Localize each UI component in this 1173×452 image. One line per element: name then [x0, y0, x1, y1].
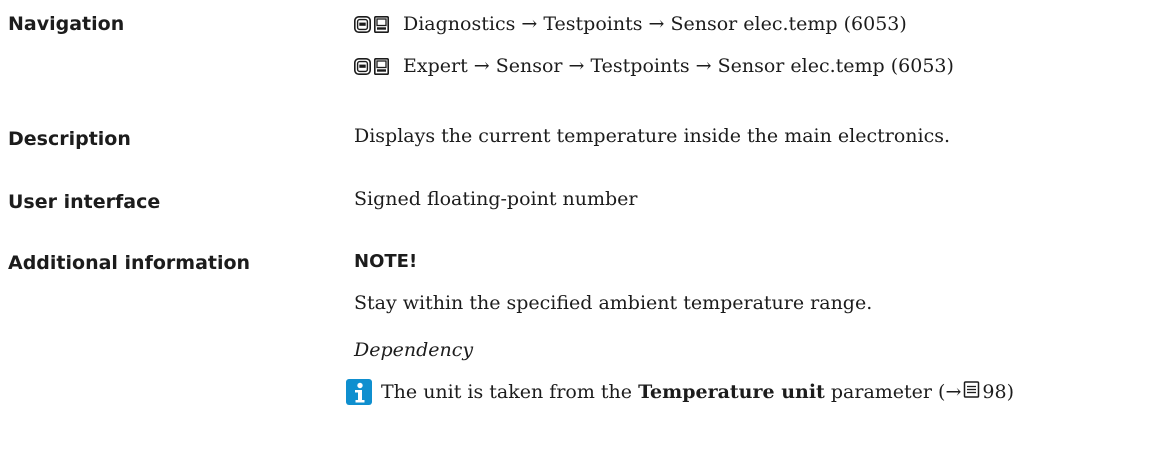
- additional-information-label: Additional information: [8, 252, 251, 274]
- info-parameter: Temperature unit: [638, 381, 825, 403]
- info-icon: [346, 379, 372, 405]
- book-icon: [963, 381, 980, 403]
- info-line: The unit is taken from the Temperature u…: [346, 379, 1014, 405]
- navigation-path-1: Diagnostics → Testpoints → Sensor elec.t…: [354, 10, 954, 38]
- navigation-path-text: Diagnostics → Testpoints → Sensor elec.t…: [403, 13, 907, 35]
- navigation-path-text: Expert → Sensor → Testpoints → Sensor el…: [403, 55, 954, 77]
- info-page-link[interactable]: 98): [982, 381, 1014, 403]
- description-text: Displays the current temperature inside …: [354, 125, 951, 147]
- display-icon: [354, 57, 371, 75]
- additional-information-content: NOTE! Stay within the specified ambient …: [346, 246, 1014, 405]
- user-interface-label: User interface: [8, 191, 161, 213]
- display-icon: [354, 15, 371, 33]
- navigation-path-2: Expert → Sensor → Testpoints → Sensor el…: [354, 52, 954, 80]
- user-interface-text: Signed floating-point number: [354, 188, 638, 210]
- operating-icon: [374, 57, 389, 75]
- navigation-label: Navigation: [8, 13, 125, 35]
- info-prefix: The unit is taken from the: [381, 381, 633, 403]
- operating-icon: [374, 15, 389, 33]
- navigation-paths: Diagnostics → Testpoints → Sensor elec.t…: [354, 10, 954, 80]
- dependency-title: Dependency: [354, 339, 474, 361]
- note-title: NOTE!: [354, 251, 418, 272]
- info-suffix: parameter (→: [830, 381, 962, 403]
- description-label: Description: [8, 128, 131, 150]
- note-text: Stay within the specified ambient temper…: [354, 292, 873, 314]
